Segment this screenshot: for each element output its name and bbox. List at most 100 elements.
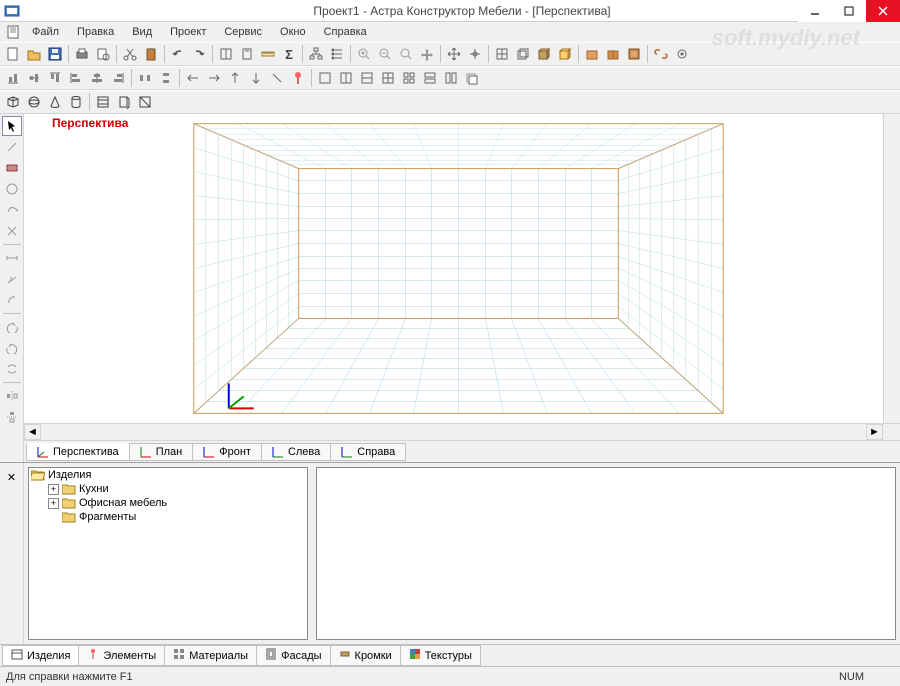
horizontal-scrollbar[interactable]: ◄ ►	[24, 423, 900, 440]
cross-tool-icon[interactable]	[2, 221, 22, 241]
mirror-h-icon[interactable]	[2, 386, 22, 406]
box-wire-icon[interactable]	[513, 44, 533, 64]
sum-icon[interactable]: Σ	[279, 44, 299, 64]
box-solid-icon[interactable]	[534, 44, 554, 64]
arrow-left-icon[interactable]	[183, 68, 203, 88]
open-file-icon[interactable]	[24, 44, 44, 64]
menu-project[interactable]: Проект	[162, 24, 214, 40]
align-icon-1[interactable]	[3, 68, 23, 88]
arrow-up-icon[interactable]	[225, 68, 245, 88]
align-icon-2[interactable]	[24, 68, 44, 88]
layout-icon-3[interactable]	[357, 68, 377, 88]
layout-icon-5[interactable]	[399, 68, 419, 88]
layout-icon-2[interactable]	[336, 68, 356, 88]
view-tab-left[interactable]: Слева	[261, 443, 331, 461]
cylinder-icon[interactable]	[66, 92, 86, 112]
view-tab-perspective[interactable]: Перспектива	[26, 443, 130, 461]
view-tab-plan[interactable]: План	[129, 443, 194, 461]
tool-icon-2[interactable]	[237, 44, 257, 64]
dist-icon-1[interactable]	[135, 68, 155, 88]
menu-edit[interactable]: Правка	[69, 24, 122, 40]
bottom-tab-elements[interactable]: Элементы	[78, 645, 165, 666]
rotate-icon[interactable]	[465, 44, 485, 64]
align-icon-5[interactable]	[87, 68, 107, 88]
ruler-icon[interactable]	[258, 44, 278, 64]
refresh-icon[interactable]	[2, 359, 22, 379]
pan-icon[interactable]	[417, 44, 437, 64]
link-icon[interactable]	[651, 44, 671, 64]
tool-icon-1[interactable]	[216, 44, 236, 64]
rotate-left-icon[interactable]	[2, 317, 22, 337]
view-tab-front[interactable]: Фронт	[192, 443, 262, 461]
zoom-out-icon[interactable]	[375, 44, 395, 64]
door-close-icon[interactable]	[135, 92, 155, 112]
tree-root[interactable]: Изделия	[29, 468, 307, 482]
settings-icon[interactable]	[672, 44, 692, 64]
scroll-right-icon[interactable]: ►	[866, 424, 883, 440]
menu-window[interactable]: Окно	[272, 24, 314, 40]
view-tab-right[interactable]: Справа	[330, 443, 406, 461]
expand-icon[interactable]: +	[48, 498, 59, 509]
pointer-icon[interactable]	[2, 116, 22, 136]
layout-icon-6[interactable]	[420, 68, 440, 88]
save-icon[interactable]	[45, 44, 65, 64]
bottom-tab-facades[interactable]: Фасады	[256, 645, 330, 666]
rotate-right-icon[interactable]	[2, 338, 22, 358]
print-icon[interactable]	[72, 44, 92, 64]
redo-icon[interactable]	[189, 44, 209, 64]
align-icon-4[interactable]	[66, 68, 86, 88]
scroll-left-icon[interactable]: ◄	[24, 424, 41, 440]
menu-doc-icon[interactable]	[4, 24, 22, 40]
bottom-tab-textures[interactable]: Текстуры	[400, 645, 481, 666]
arrow-right-icon[interactable]	[204, 68, 224, 88]
menu-service[interactable]: Сервис	[216, 24, 270, 40]
cut-icon[interactable]	[120, 44, 140, 64]
furniture-icon-3[interactable]	[624, 44, 644, 64]
tree-item[interactable]: + Офисная мебель	[29, 496, 307, 510]
minimize-button[interactable]	[798, 0, 832, 22]
dist-icon-2[interactable]	[156, 68, 176, 88]
layout-icon-7[interactable]	[441, 68, 461, 88]
arrow-back-icon[interactable]	[267, 68, 287, 88]
panel-close-icon[interactable]: ✕	[2, 467, 22, 487]
circle-tool-icon[interactable]	[2, 179, 22, 199]
furniture-icon-1[interactable]	[582, 44, 602, 64]
menu-file[interactable]: Файл	[24, 24, 67, 40]
vertical-scrollbar[interactable]	[883, 114, 900, 423]
paste-icon[interactable]	[141, 44, 161, 64]
align-icon-6[interactable]	[108, 68, 128, 88]
arrow-down-icon[interactable]	[246, 68, 266, 88]
pin-icon[interactable]	[288, 68, 308, 88]
mirror-v-icon[interactable]	[2, 407, 22, 427]
box-shade-icon[interactable]	[555, 44, 575, 64]
maximize-button[interactable]	[832, 0, 866, 22]
sphere-icon[interactable]	[24, 92, 44, 112]
menu-view[interactable]: Вид	[124, 24, 160, 40]
door-open-icon[interactable]	[114, 92, 134, 112]
tree-icon[interactable]	[327, 44, 347, 64]
shelves-icon[interactable]	[93, 92, 113, 112]
menu-help[interactable]: Справка	[316, 24, 375, 40]
line-tool-icon[interactable]	[2, 137, 22, 157]
curve-tool-icon[interactable]	[2, 200, 22, 220]
zoom-fit-icon[interactable]	[396, 44, 416, 64]
layout-icon-8[interactable]	[462, 68, 482, 88]
dim-arc-icon[interactable]	[2, 290, 22, 310]
move-icon[interactable]	[444, 44, 464, 64]
undo-icon[interactable]	[168, 44, 188, 64]
rect-tool-icon[interactable]	[2, 158, 22, 178]
cube-icon[interactable]	[3, 92, 23, 112]
close-button[interactable]	[866, 0, 900, 22]
bottom-tab-materials[interactable]: Материалы	[164, 645, 257, 666]
align-icon-3[interactable]	[45, 68, 65, 88]
zoom-in-icon[interactable]	[354, 44, 374, 64]
tree-item[interactable]: Фрагменты	[29, 510, 307, 524]
dim-angle-icon[interactable]	[2, 269, 22, 289]
dim-horiz-icon[interactable]	[2, 248, 22, 268]
furniture-icon-2[interactable]	[603, 44, 623, 64]
cone-icon[interactable]	[45, 92, 65, 112]
tree-item[interactable]: + Кухни	[29, 482, 307, 496]
bottom-tab-edges[interactable]: Кромки	[330, 645, 401, 666]
tree-panel[interactable]: Изделия + Кухни + Офисная мебель Фрагмен…	[28, 467, 308, 640]
expand-icon[interactable]: +	[48, 484, 59, 495]
